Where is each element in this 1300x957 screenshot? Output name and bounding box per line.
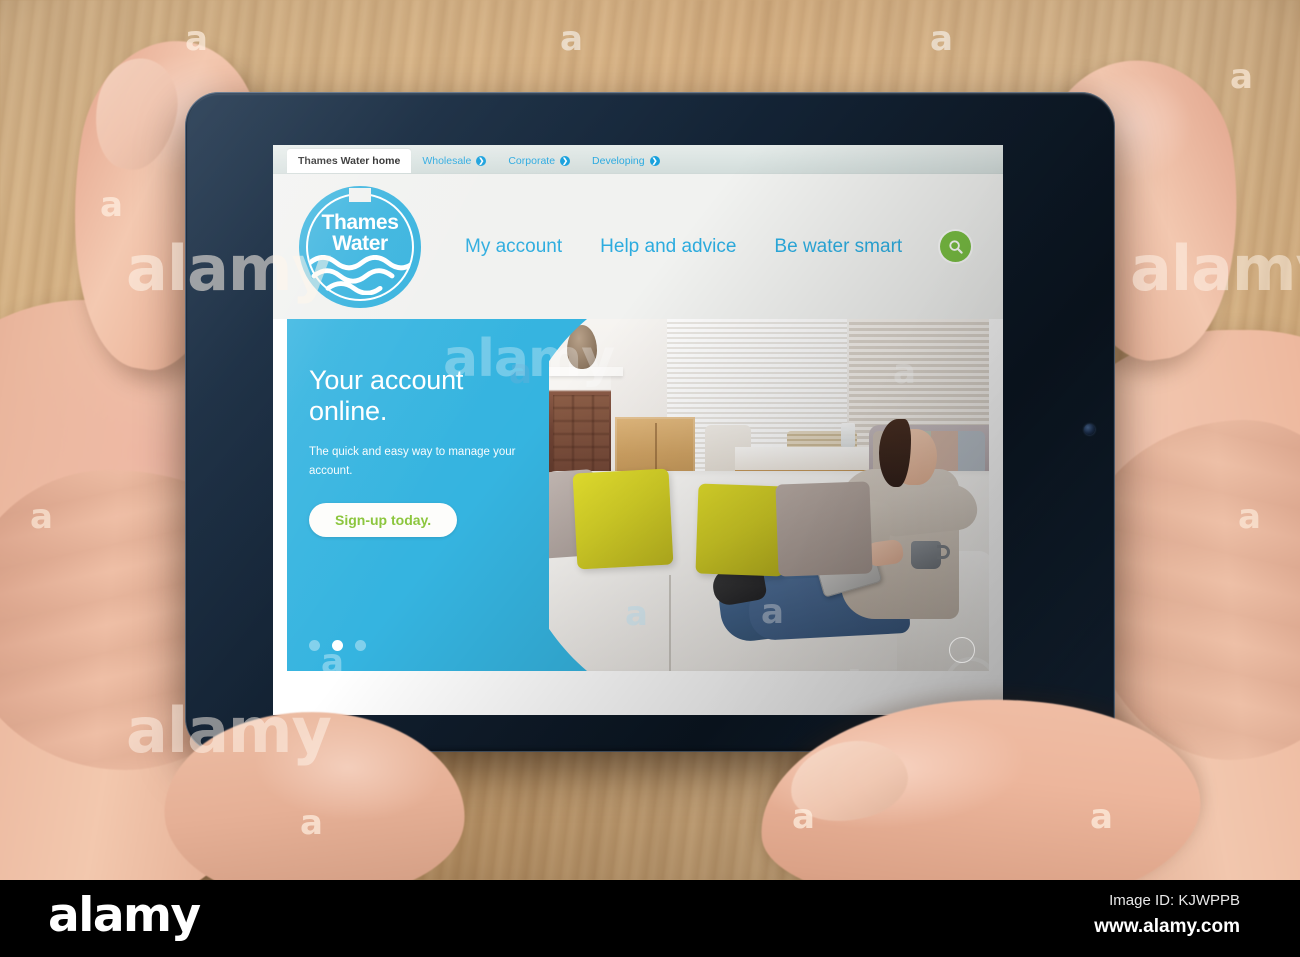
chevron-right-icon: ❯ xyxy=(649,156,660,166)
chevron-right-icon: ❯ xyxy=(560,156,571,166)
sign-up-today-button[interactable]: Sign-up today. xyxy=(309,503,458,538)
hero-photo-living-room xyxy=(549,319,989,671)
site-tab-bar: Thames Water home Wholesale ❯ Corporate … xyxy=(273,145,1003,174)
alamy-url: www.alamy.com xyxy=(1094,916,1240,937)
hero-title: Your account online. xyxy=(309,365,549,427)
hero-text-block: Your account online. The quick and easy … xyxy=(309,365,549,538)
thames-water-logo[interactable]: Thames Water xyxy=(299,185,421,308)
logo-wordmark: Thames Water xyxy=(299,210,421,255)
hero-subtitle: The quick and easy way to manage your ac… xyxy=(309,446,516,478)
nav-item-my-account[interactable]: My account xyxy=(465,236,562,258)
carousel-dot-3[interactable] xyxy=(355,640,366,651)
hero-corner-badge xyxy=(949,637,975,663)
tab-thames-water-home[interactable]: Thames Water home xyxy=(287,149,412,173)
sofa-seam xyxy=(669,575,671,671)
tablet-device: Thames Water home Wholesale ❯ Corporate … xyxy=(185,92,1115,752)
carousel-dot-2-active[interactable] xyxy=(332,640,343,651)
logo-line-2: Water xyxy=(332,231,388,255)
hero-title-line-2: online. xyxy=(309,396,388,427)
nav-item-help-and-advice[interactable]: Help and advice xyxy=(600,236,736,258)
yellow-cushion-2 xyxy=(695,483,787,577)
logo-ring-gap xyxy=(349,187,371,202)
chevron-right-icon: ❯ xyxy=(476,156,487,166)
water-waves-icon xyxy=(310,254,410,295)
main-navigation: My account Help and advice Be water smar… xyxy=(465,231,981,262)
tab-label: Thames Water home xyxy=(298,155,401,167)
image-id-label: Image ID: KJWPPB xyxy=(1109,892,1240,909)
carousel-dots xyxy=(309,640,366,651)
tab-corporate[interactable]: Corporate ❯ xyxy=(497,149,581,173)
tab-label: Developing xyxy=(592,155,645,167)
hero-title-line-1: Your account xyxy=(309,365,464,395)
search-icon xyxy=(948,239,964,255)
tab-label: Wholesale xyxy=(422,155,472,167)
alamy-footer-bar: alamy Image ID: KJWPPB www.alamy.com xyxy=(0,880,1300,957)
front-camera-icon xyxy=(1084,424,1095,435)
yellow-cushion-1 xyxy=(572,468,674,570)
drinking-glass xyxy=(841,423,855,447)
screenshot-stage: Thames Water home Wholesale ❯ Corporate … xyxy=(0,0,1300,957)
carousel-dot-1[interactable] xyxy=(309,640,320,651)
tablet-screen: Thames Water home Wholesale ❯ Corporate … xyxy=(273,145,1003,715)
nav-item-be-water-smart[interactable]: Be water smart xyxy=(774,236,902,258)
site-header: Thames Water My account Help and advice … xyxy=(273,174,1003,319)
hero-carousel: Your account online. The quick and easy … xyxy=(287,319,989,671)
search-button[interactable] xyxy=(940,231,972,262)
logo-line-1: Thames xyxy=(321,210,399,234)
tab-label: Corporate xyxy=(508,155,556,167)
stock-photo: Thames Water home Wholesale ❯ Corporate … xyxy=(0,0,1300,880)
tab-developing[interactable]: Developing ❯ xyxy=(581,149,671,173)
tab-wholesale[interactable]: Wholesale ❯ xyxy=(411,149,497,173)
grey-cushion-right xyxy=(775,481,873,577)
alamy-logo: alamy xyxy=(48,888,201,943)
